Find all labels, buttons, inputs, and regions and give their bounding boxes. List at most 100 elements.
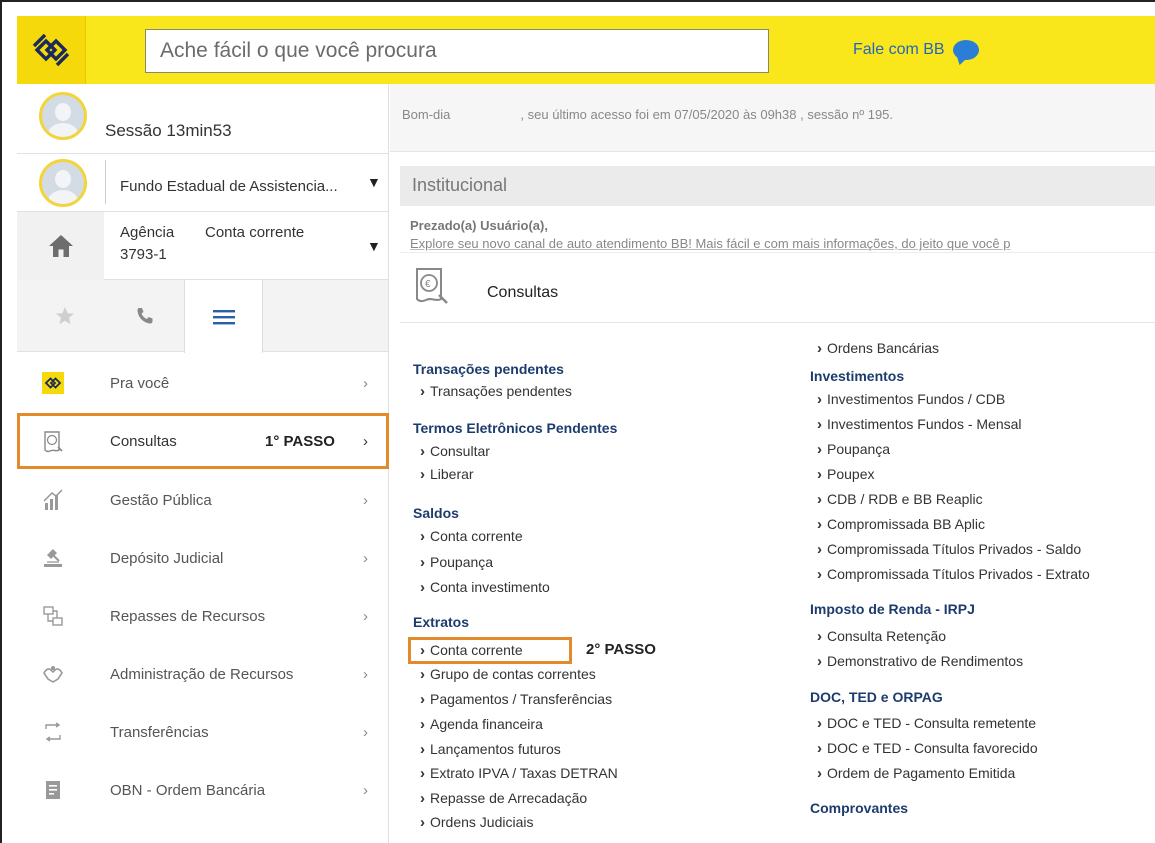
panel-header: € Consultas	[400, 253, 1155, 323]
top-bar: Ache fácil o que você procura Fale com B…	[17, 16, 1155, 84]
category-heading: DOC, TED e ORPAG	[810, 689, 943, 705]
sidebar-item-label: Consultas	[110, 432, 177, 450]
link-grupo-contas[interactable]: Grupo de contas correntes	[413, 666, 596, 683]
chevron-right-icon: ›	[363, 374, 368, 392]
receipt-icon: €	[412, 266, 450, 311]
sidebar-item-label: Pra você	[110, 374, 170, 392]
consultas-panel: € Consultas Transações pendentes Transaç…	[400, 252, 1155, 843]
link-transacoes-pendentes[interactable]: Transações pendentes	[413, 383, 572, 400]
link-poupex[interactable]: Poupex	[810, 466, 874, 483]
section-title: Institucional	[400, 166, 1155, 206]
link-ordens-judiciais[interactable]: Ordens Judiciais	[413, 814, 534, 831]
link-pagamentos[interactable]: Pagamentos / Transferências	[413, 691, 612, 708]
tab-contact[interactable]	[105, 280, 184, 352]
sidebar-item-consultas[interactable]: Consultas 1° PASSO ›	[17, 413, 389, 469]
session-timer: Sessão 13min53	[105, 121, 232, 140]
account-avatar	[39, 159, 87, 207]
contact-button[interactable]: Fale com BB	[853, 40, 979, 60]
intro-text[interactable]: Explore seu novo canal de auto atendimen…	[410, 236, 1011, 251]
search-input[interactable]: Ache fácil o que você procura	[145, 29, 769, 73]
phone-icon	[137, 308, 152, 324]
home-icon	[48, 235, 73, 257]
category-heading: Investimentos	[810, 368, 905, 384]
link-agenda-financeira[interactable]: Agenda financeira	[413, 716, 543, 733]
link-poupanca[interactable]: Poupança	[810, 441, 890, 458]
last-access-text: , seu último acesso foi em 07/05/2020 às…	[520, 107, 894, 122]
category-heading: Saldos	[413, 505, 459, 521]
link-doc-ted-favorecido[interactable]: DOC e TED - Consulta favorecido	[810, 740, 1038, 757]
step-annotation: 2° PASSO	[586, 641, 656, 658]
sidebar-item-transferencias[interactable]: Transferências ›	[17, 703, 389, 761]
chevron-right-icon: ›	[363, 491, 368, 509]
link-conta-investimento[interactable]: Conta investimento	[413, 579, 550, 596]
chevron-right-icon: ›	[363, 607, 368, 625]
link-repasse-arrecadacao[interactable]: Repasse de Arrecadação	[413, 790, 587, 807]
sidebar-item-label: OBN - Ordem Bancária	[110, 781, 266, 799]
account-type: Conta corrente	[205, 224, 305, 241]
bb-logo[interactable]	[17, 16, 86, 84]
greeting-bar: Bom-dia , seu último acesso foi em 07/05/…	[390, 84, 1155, 152]
chevron-right-icon: ›	[363, 665, 368, 683]
agency-number: 3793-1	[120, 246, 167, 263]
link-lancamentos-futuros[interactable]: Lançamentos futuros	[413, 741, 561, 758]
sidebar-item-label: Depósito Judicial	[110, 549, 224, 567]
sidebar-item-label: Administração de Recursos	[110, 665, 294, 683]
link-investimentos-fundos-mensal[interactable]: Investimentos Fundos - Mensal	[810, 416, 1022, 433]
chevron-right-icon: ›	[363, 549, 368, 567]
sidebar-item-pra-voce[interactable]: Pra você ›	[17, 354, 389, 412]
app-window: Ache fácil o que você procura Fale com B…	[0, 0, 1155, 843]
sidebar-item-label: Repasses de Recursos	[110, 607, 266, 625]
link-consultar[interactable]: Consultar	[413, 443, 490, 460]
sidebar: Sessão 13min53 Fundo Estadual de Assiste…	[17, 84, 389, 843]
category-heading: Extratos	[413, 614, 470, 630]
session-row: Sessão 13min53	[17, 84, 388, 154]
sidebar-item-repasses[interactable]: Repasses de Recursos ›	[17, 587, 389, 645]
link-consulta-retencao[interactable]: Consulta Retenção	[810, 628, 946, 645]
main-content: Bom-dia , seu último acesso foi em 07/05/…	[390, 84, 1155, 843]
link-investimentos-fundos-cdb[interactable]: Investimentos Fundos / CDB	[810, 391, 1005, 408]
link-ordem-pagamento[interactable]: Ordem de Pagamento Emitida	[810, 765, 1015, 782]
caret-down-icon[interactable]: ▼	[367, 174, 381, 190]
sidebar-item-label: Gestão Pública	[110, 491, 212, 509]
link-compromissada-extrato[interactable]: Compromissada Títulos Privados - Extrato	[810, 566, 1090, 583]
contact-label: Fale com BB	[853, 41, 945, 58]
agency-selector[interactable]: Agência 3793-1 Conta corrente ▼	[17, 212, 388, 280]
account-selector[interactable]: Fundo Estadual de Assistencia... ▼	[17, 154, 388, 212]
tab-menu[interactable]	[184, 280, 263, 353]
chart-icon	[41, 488, 65, 512]
home-button[interactable]	[17, 212, 104, 280]
hamburger-menu-icon	[212, 309, 235, 324]
link-cdb-rdb[interactable]: CDB / RDB e BB Reaplic	[810, 491, 983, 508]
divider	[105, 160, 106, 204]
link-demonstrativo-rendimentos[interactable]: Demonstrativo de Rendimentos	[810, 653, 1023, 670]
avatar[interactable]	[39, 92, 87, 140]
link-saldo-conta-corrente[interactable]: Conta corrente	[413, 528, 523, 545]
link-doc-ted-remetente[interactable]: DOC e TED - Consulta remetente	[810, 715, 1036, 732]
greeting-heading: Prezado(a) Usuário(a),	[410, 218, 548, 233]
bb-logo-icon	[41, 371, 65, 395]
link-extrato-ipva[interactable]: Extrato IPVA / Taxas DETRAN	[413, 765, 618, 782]
link-liberar[interactable]: Liberar	[413, 466, 474, 483]
panel-title: Consultas	[487, 284, 559, 301]
greeting-text: Bom-dia	[402, 107, 451, 122]
transfer-funds-icon	[41, 604, 65, 628]
document-icon	[41, 778, 65, 802]
category-heading: Termos Eletrônicos Pendentes	[413, 420, 618, 436]
link-saldo-poupanca[interactable]: Poupança	[413, 554, 493, 571]
receipt-icon	[41, 430, 65, 454]
caret-down-icon[interactable]: ▼	[367, 238, 381, 254]
tab-favorites[interactable]	[25, 280, 104, 352]
chevron-right-icon: ›	[363, 781, 368, 799]
svg-text:€: €	[425, 279, 431, 290]
sidebar-item-administracao[interactable]: Administração de Recursos ›	[17, 645, 389, 703]
link-compromissada-bb[interactable]: Compromissada BB Aplic	[810, 516, 985, 533]
sidebar-item-obn[interactable]: OBN - Ordem Bancária ›	[17, 761, 389, 819]
link-ordens-bancarias[interactable]: Ordens Bancárias	[810, 340, 939, 357]
category-heading: Imposto de Renda - IRPJ	[810, 601, 975, 617]
link-compromissada-saldo[interactable]: Compromissada Títulos Privados - Saldo	[810, 541, 1081, 558]
account-name: Fundo Estadual de Assistencia...	[120, 178, 338, 195]
step2-highlight	[408, 637, 572, 664]
chevron-right-icon: ›	[363, 723, 368, 741]
sidebar-item-deposito-judicial[interactable]: Depósito Judicial ›	[17, 529, 389, 587]
sidebar-item-gestao-publica[interactable]: Gestão Pública ›	[17, 471, 389, 529]
